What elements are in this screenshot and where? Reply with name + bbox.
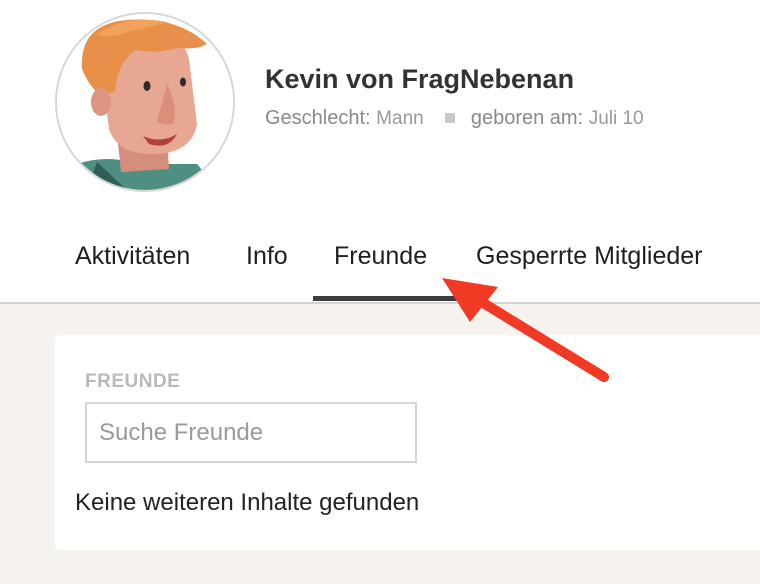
search-friends-input[interactable]	[85, 402, 417, 463]
tab-info[interactable]: Info	[246, 242, 288, 271]
birth-label: geboren am:	[470, 107, 584, 129]
empty-state-message: Keine weiteren Inhalte gefunden	[75, 489, 420, 516]
profile-name: Kevin von FragNebenan	[265, 64, 575, 94]
avatar-illustration	[57, 14, 233, 190]
profile-meta: Geschlecht: Mann geboren am: Juli 10	[265, 107, 644, 130]
meta-separator	[445, 112, 456, 123]
tab-gesperrte-mitglieder[interactable]: Gesperrte Mitglieder	[476, 242, 702, 271]
gender-value: Mann	[376, 108, 424, 129]
tab-aktivitaeten[interactable]: Aktivitäten	[75, 242, 190, 271]
gender-label: Geschlecht:	[265, 107, 371, 129]
friends-heading: FREUNDE	[85, 371, 181, 392]
birth-value: Juli 10	[588, 108, 644, 129]
profile-header: Kevin von FragNebenan Geschlecht: Mann g…	[0, 0, 760, 304]
tab-freunde[interactable]: Freunde	[334, 242, 427, 271]
profile-tabs: Aktivitäten Info Freunde Gesperrte Mitgl…	[0, 230, 760, 304]
active-tab-indicator	[313, 296, 457, 301]
avatar[interactable]	[55, 12, 235, 192]
friends-card: FREUNDE Keine weiteren Inhalte gefunden	[55, 335, 760, 550]
